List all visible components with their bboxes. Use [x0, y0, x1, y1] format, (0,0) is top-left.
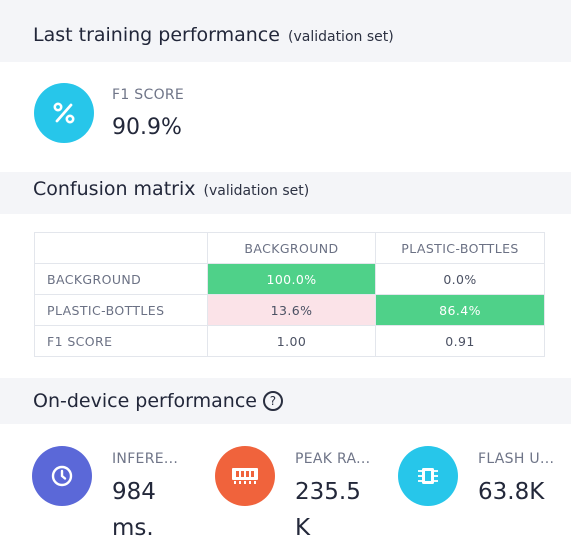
peak-ram-value: 235.5 — [295, 479, 361, 505]
peak-ram-label: PEAK RA... — [295, 451, 371, 467]
matrix-cell: 86.4% — [375, 294, 545, 326]
device-panel: INFERE... 984 ms. PEAK RA... 235.5 K FLA… — [0, 424, 571, 554]
matrix-header-row: BACKGROUND PLASTIC-BOTTLES — [34, 232, 545, 264]
matrix-cell: 100.0% — [207, 263, 376, 295]
percent-icon — [34, 83, 94, 143]
inference-value: 984 — [112, 479, 156, 505]
matrix-row-plastic-bottles: PLASTIC-BOTTLES 13.6% 86.4% — [34, 294, 545, 326]
confusion-subtitle: (validation set) — [203, 183, 310, 199]
peak-ram-unit: K — [295, 515, 311, 541]
device-header: On-device performance? — [0, 378, 571, 424]
clock-icon — [32, 446, 92, 506]
matrix-cell: 0.0% — [375, 263, 545, 295]
page: Last training performance (validation se… — [0, 0, 571, 554]
matrix-row-f1-score: F1 SCORE 1.00 0.91 — [34, 325, 545, 357]
training-title-text: Last training performance — [33, 24, 280, 46]
training-title: Last training performance (validation se… — [33, 24, 394, 46]
matrix-cell: 0.91 — [375, 325, 545, 357]
training-header: Last training performance (validation se… — [0, 0, 571, 62]
flash-usage-label: FLASH U... — [478, 451, 555, 467]
device-title-text: On-device performance — [33, 390, 257, 412]
help-circle-icon[interactable]: ? — [262, 391, 283, 411]
matrix-row-background: BACKGROUND 100.0% 0.0% — [34, 263, 545, 295]
confusion-title: Confusion matrix (validation set) — [33, 178, 309, 200]
matrix-cell: 13.6% — [207, 294, 376, 326]
confusion-header: Confusion matrix (validation set) — [0, 172, 571, 214]
inference-label: INFERE... — [112, 451, 179, 467]
column-header-plastic-bottles: PLASTIC-BOTTLES — [375, 232, 545, 264]
flash-usage-value: 63.8K — [478, 479, 545, 505]
confusion-matrix: BACKGROUND PLASTIC-BOTTLES BACKGROUND 10… — [34, 232, 545, 357]
f1-label: F1 SCORE — [112, 87, 185, 103]
matrix-cell: 1.00 — [207, 325, 376, 357]
chip-icon — [398, 446, 458, 506]
row-header-plastic-bottles: PLASTIC-BOTTLES — [34, 294, 208, 326]
inference-unit: ms. — [112, 515, 154, 541]
row-header-f1-score: F1 SCORE — [34, 325, 208, 357]
device-title: On-device performance? — [33, 390, 283, 412]
confusion-title-text: Confusion matrix — [33, 178, 196, 200]
matrix-corner — [34, 232, 208, 264]
training-subtitle: (validation set) — [288, 29, 394, 45]
f1-panel: F1 SCORE 90.9% — [0, 62, 571, 172]
f1-value: 90.9% — [112, 115, 182, 140]
column-header-background: BACKGROUND — [207, 232, 376, 264]
row-header-background: BACKGROUND — [34, 263, 208, 295]
memory-icon — [215, 446, 275, 506]
